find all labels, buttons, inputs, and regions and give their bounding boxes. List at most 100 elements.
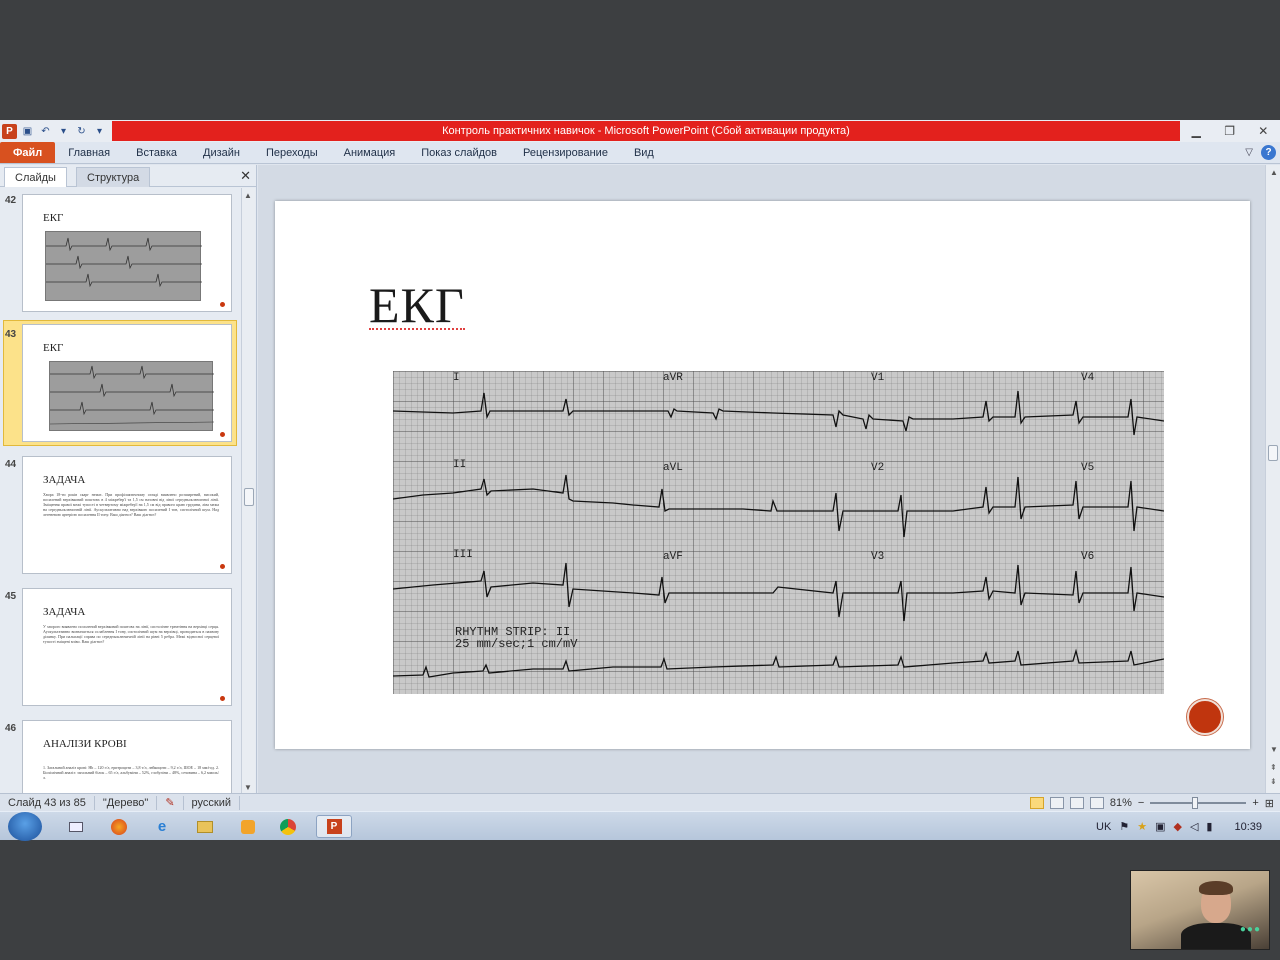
slide-scrollbar[interactable]: ▲ ▼ ⇞ ⇟	[1265, 165, 1280, 795]
lead-label: aVL	[663, 462, 683, 474]
volume-icon[interactable]: ◁	[1190, 820, 1198, 833]
redo-icon[interactable]: ↻	[74, 124, 89, 139]
panel-close-icon[interactable]: ✕	[240, 168, 251, 184]
tab-design[interactable]: Дизайн	[190, 142, 253, 164]
quick-access-toolbar: P ▣ ↶ ▾ ↻ ▾	[0, 120, 112, 142]
thumbnail-body-text: 1. Загальний аналіз крові: Hb – 120 г/л,…	[43, 765, 219, 780]
lead-label: V1	[871, 372, 885, 384]
thumbnail-title: ЗАДАЧА	[43, 474, 86, 486]
powerpoint-taskbar-icon[interactable]: P	[316, 815, 352, 838]
system-tray: UK ⚑ ★ ▣ ◆ ◁ ▮ 10:39	[1096, 812, 1280, 841]
tab-slides[interactable]: Слайды	[4, 167, 67, 187]
tab-slideshow[interactable]: Показ слайдов	[408, 142, 510, 164]
spellcheck-icon[interactable]: ✎	[157, 795, 184, 810]
speed-calibration-label: 25 mm/sec;1 cm/mV	[455, 637, 578, 651]
internet-explorer-icon[interactable]: e	[144, 815, 180, 838]
slide-number: 43	[5, 329, 17, 340]
thumbnail-title: ЕКГ	[43, 212, 64, 224]
slide-thumbnail[interactable]: ЕКГ	[22, 194, 232, 312]
tab-animation[interactable]: Анимация	[331, 142, 409, 164]
chrome-icon[interactable]	[270, 815, 306, 838]
tab-file[interactable]: Файл	[0, 142, 56, 163]
save-icon[interactable]: ▣	[20, 124, 35, 139]
language-indicator[interactable]: русский	[184, 795, 241, 810]
tab-transitions[interactable]: Переходы	[253, 142, 331, 164]
reading-view-icon[interactable]	[1069, 797, 1084, 809]
tab-home[interactable]: Главная	[55, 142, 123, 164]
panel-tabs: Слайды Структура ✕	[0, 165, 257, 187]
zoom-slider[interactable]	[1150, 797, 1247, 809]
scroll-up-icon[interactable]: ▲	[244, 191, 252, 200]
ecg-thumbnail-image	[45, 231, 202, 301]
scroll-up-icon[interactable]: ▲	[1270, 168, 1278, 177]
tab-outline[interactable]: Структура	[76, 167, 151, 187]
lead-label: V3	[871, 551, 884, 563]
start-button[interactable]	[8, 812, 42, 841]
customize-qat-icon[interactable]: ▾	[92, 124, 107, 139]
slide-thumbnail[interactable]: ЕКГ	[22, 324, 232, 442]
powerpoint-logo-icon[interactable]: P	[2, 123, 17, 139]
previous-slide-icon[interactable]: ⇞	[1270, 763, 1277, 772]
help-icon[interactable]: ?	[1261, 145, 1276, 160]
zoom-out-button[interactable]: −	[1138, 797, 1144, 809]
slide-thumbnail[interactable]: ЗАДАЧА Хвора 18-ти років скарг немає. Пр…	[22, 456, 232, 574]
slides-panel: Слайды Структура ✕ 42 ЕКГ 43 ЕКГ 44 ЗАДА…	[0, 165, 257, 795]
explorer-window-icon[interactable]	[58, 815, 94, 838]
slide-title[interactable]: ЕКГ	[369, 276, 465, 334]
tray-app-icon[interactable]: ▣	[1155, 820, 1165, 833]
webcam-status-icon: ●●●	[1239, 924, 1261, 935]
slide-sorter-icon[interactable]	[1049, 797, 1064, 809]
scroll-down-icon[interactable]: ▼	[1270, 745, 1278, 754]
next-slide-icon[interactable]: ⇟	[1270, 777, 1277, 786]
thumbnail-scrollbar[interactable]: ▲ ▼	[241, 188, 255, 795]
action-button[interactable]	[1187, 699, 1223, 735]
lead-label: I	[453, 372, 460, 384]
ribbon-collapse-icon[interactable]: ▽	[1245, 147, 1253, 158]
animation-marker-icon	[220, 696, 225, 701]
tab-insert[interactable]: Вставка	[123, 142, 190, 164]
undo-dropdown-icon[interactable]: ▾	[56, 124, 71, 139]
close-button[interactable]: ✕	[1258, 124, 1268, 138]
slide-number: 44	[5, 459, 17, 470]
animation-marker-icon	[220, 564, 225, 569]
media-player-icon[interactable]	[230, 815, 266, 838]
view-zoom-controls: 81% − + ⊞	[1029, 794, 1274, 812]
slide-thumbnail[interactable]: АНАЛІЗИ КРОВІ 1. Загальний аналіз крові:…	[22, 720, 232, 795]
slide-thumbnail[interactable]: ЗАДАЧА У хворого виявлено посилений верх…	[22, 588, 232, 706]
minimize-button[interactable]: ▁	[1192, 124, 1201, 138]
theme-name: "Дерево"	[95, 795, 158, 810]
keyboard-language[interactable]: UK	[1096, 821, 1111, 833]
desktop: P ▣ ↶ ▾ ↻ ▾ Контроль практичних навичок …	[0, 0, 1280, 960]
security-icon[interactable]: ◆	[1173, 820, 1181, 833]
scroll-thumb[interactable]	[244, 488, 254, 506]
zoom-in-button[interactable]: +	[1252, 797, 1258, 809]
zoom-slider-knob[interactable]	[1192, 797, 1199, 809]
folder-icon[interactable]	[187, 815, 223, 838]
undo-icon[interactable]: ↶	[38, 124, 53, 139]
lead-label: aVF	[663, 551, 683, 563]
firefox-icon[interactable]	[101, 815, 137, 838]
lead-label: V2	[871, 462, 884, 474]
thumbnail-body-text: Хвора 18-ти років скарг немає. При профі…	[43, 492, 219, 517]
slide-editor: ЕКГ I aVR V1 V4 II aVL V2 V5 III aVF V3 …	[258, 165, 1265, 795]
restore-button[interactable]: ❐	[1224, 124, 1235, 138]
tab-view[interactable]: Вид	[621, 142, 667, 164]
scroll-thumb[interactable]	[1268, 445, 1278, 461]
ribbon-tabs: Файл Главная Вставка Дизайн Переходы Ани…	[0, 142, 1280, 164]
slide-number: 42	[5, 195, 17, 206]
tab-review[interactable]: Рецензирование	[510, 142, 621, 164]
scroll-down-icon[interactable]: ▼	[244, 783, 252, 792]
favorites-icon[interactable]: ★	[1137, 820, 1147, 833]
window-controls: ▁ ❐ ✕	[1180, 120, 1280, 142]
action-center-icon[interactable]: ⚑	[1119, 820, 1129, 833]
ribbon-right-controls: ▽ ?	[1245, 145, 1276, 160]
network-icon[interactable]: ▮	[1206, 820, 1212, 833]
zoom-level[interactable]: 81%	[1110, 797, 1132, 809]
webcam-overlay: ●●●	[1130, 870, 1270, 950]
current-slide[interactable]: ЕКГ I aVR V1 V4 II aVL V2 V5 III aVF V3 …	[275, 201, 1250, 749]
lead-label: III	[453, 549, 473, 561]
normal-view-icon[interactable]	[1029, 797, 1044, 809]
slideshow-view-icon[interactable]	[1089, 797, 1104, 809]
fit-to-window-icon[interactable]: ⊞	[1265, 797, 1274, 810]
clock[interactable]: 10:39	[1234, 821, 1262, 833]
